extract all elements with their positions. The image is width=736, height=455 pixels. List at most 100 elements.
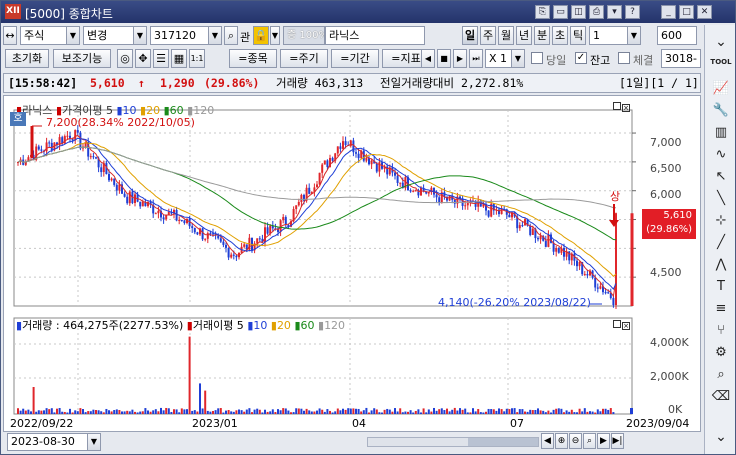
code-input[interactable]: 317120 ▼ xyxy=(150,26,222,45)
print-icon[interactable]: ⎙ xyxy=(589,5,604,19)
copy-icon[interactable]: ◫ xyxy=(571,5,586,19)
volume-bar xyxy=(43,410,45,414)
volume-bar xyxy=(477,409,480,414)
lock-icon[interactable]: 🔒 xyxy=(253,26,269,45)
settings-icon[interactable]: ◎ xyxy=(117,49,133,68)
scrollbar-thumb[interactable] xyxy=(468,438,538,446)
volume-bar xyxy=(300,408,303,414)
count-input[interactable]: 600 xyxy=(657,26,697,45)
candle xyxy=(529,225,532,235)
period-day-button[interactable]: 일 xyxy=(462,26,478,45)
prev-icon[interactable]: ◀ xyxy=(421,49,435,68)
wrench-icon[interactable]: 🔧 xyxy=(710,102,732,120)
stop-icon[interactable]: ■ xyxy=(437,49,451,68)
candle xyxy=(599,286,602,289)
chevron-down-icon[interactable]: ▼ xyxy=(208,27,221,44)
crosshair-icon[interactable]: ⊹ xyxy=(710,212,732,230)
close-icon[interactable]: ✕ xyxy=(697,5,712,19)
panel-restore-icon[interactable] xyxy=(613,320,621,328)
candle xyxy=(204,238,207,240)
grid-icon[interactable]: ▦ xyxy=(171,49,187,68)
magnify-icon[interactable]: ⌕ xyxy=(583,433,596,449)
volume-bar xyxy=(518,409,521,414)
period-year-button[interactable]: 년 xyxy=(516,26,532,45)
today-checkbox[interactable] xyxy=(531,52,543,64)
hoga-button[interactable]: 호 xyxy=(10,112,26,126)
period-minute-button[interactable]: 분 xyxy=(534,26,550,45)
interval-input[interactable]: 1 ▼ xyxy=(589,26,641,45)
chevron-down-icon[interactable]: ▼ xyxy=(66,27,79,44)
indicator-button[interactable]: 보조기능 xyxy=(53,49,111,68)
zoom-out-icon[interactable]: ⊖ xyxy=(569,433,582,449)
volume-bar xyxy=(435,410,438,414)
volume-bar xyxy=(204,390,207,414)
candle xyxy=(37,146,40,150)
delete-icon[interactable]: ⌫ xyxy=(710,388,732,406)
cursor-icon[interactable]: ↖ xyxy=(710,168,732,186)
candle xyxy=(141,201,144,207)
period-month-button[interactable]: 월 xyxy=(498,26,514,45)
line-icon[interactable]: ╲ xyxy=(710,190,732,208)
period-second-button[interactable]: 초 xyxy=(552,26,568,45)
chart-icon[interactable]: ▥ xyxy=(710,124,732,142)
add-period-button[interactable]: =주기 xyxy=(280,49,328,68)
wave-icon[interactable]: ∿ xyxy=(710,146,732,164)
multiplier-select[interactable]: X 1 ▼ xyxy=(485,49,525,68)
link-icon[interactable]: ⎘ xyxy=(535,5,550,19)
panel-restore-icon[interactable] xyxy=(613,102,621,110)
one-to-one-icon[interactable]: 1:1 xyxy=(189,49,205,68)
related-label[interactable]: 관 xyxy=(240,29,250,45)
change-select[interactable]: 변경 ▼ xyxy=(83,26,147,45)
scroll-down-icon[interactable]: ⌄ xyxy=(710,428,732,446)
chevron-down-icon[interactable]: ▼ xyxy=(87,434,100,450)
chevron-down-icon[interactable]: ▼ xyxy=(511,50,524,67)
maximize-icon[interactable]: □ xyxy=(679,5,694,19)
candle xyxy=(537,238,539,240)
date-field[interactable]: 3018- xyxy=(661,49,701,68)
menu-icon[interactable]: ▾ xyxy=(607,5,622,19)
text-icon[interactable]: T xyxy=(710,278,732,296)
tree-icon[interactable]: ⑂ xyxy=(710,322,732,340)
add-range-button[interactable]: =기간 xyxy=(331,49,379,68)
zoom-in-icon[interactable]: ⊕ xyxy=(555,433,568,449)
help-icon[interactable]: ? xyxy=(625,5,640,19)
period-week-button[interactable]: 주 xyxy=(480,26,496,45)
volume-bar xyxy=(378,412,381,414)
magnify-icon[interactable]: ⌕ xyxy=(710,366,732,384)
add-item-button[interactable]: =종목 xyxy=(229,49,277,68)
layout-icon[interactable]: ▭ xyxy=(553,5,568,19)
gear-icon[interactable]: ⚙ xyxy=(710,344,732,362)
chevron-down-icon[interactable]: ▼ xyxy=(270,26,280,45)
chart-area[interactable]: ▮라닉스 ▮가격이평 5 ▮10 ▮20 ▮60 ▮120 × 호 7,200(… xyxy=(3,95,701,432)
date-select[interactable]: 2023-08-30 ▼ xyxy=(7,433,101,451)
period-tick-button[interactable]: 틱 xyxy=(570,26,586,45)
candle xyxy=(219,238,222,242)
init-button[interactable]: 초기화 xyxy=(5,49,49,68)
move-icon[interactable]: ✥ xyxy=(135,49,151,68)
panel-close-icon[interactable]: × xyxy=(622,104,630,112)
skip-icon[interactable]: ⏭ xyxy=(469,49,483,68)
next-icon[interactable]: ▶ xyxy=(597,433,610,449)
panel-close-icon[interactable]: × xyxy=(622,322,630,330)
fib-icon[interactable]: ≡ xyxy=(710,300,732,318)
candle xyxy=(464,205,467,207)
prev-icon[interactable]: ◀ xyxy=(541,433,554,449)
balance-checkbox[interactable]: ✓ xyxy=(575,52,587,64)
type-select[interactable]: 주식 ▼ xyxy=(20,26,80,45)
zigzag-icon[interactable]: ⋀ xyxy=(710,256,732,274)
volume-bar xyxy=(383,409,386,414)
chart-type-icon[interactable]: 📈 xyxy=(710,80,732,98)
prev-volume-ratio: 전일거래량대비 2,272.81% xyxy=(380,76,524,90)
trade-checkbox[interactable] xyxy=(618,52,630,64)
chevron-down-icon[interactable]: ⌄ xyxy=(710,33,732,51)
end-icon[interactable]: ▶| xyxy=(611,433,624,449)
scrollbar[interactable] xyxy=(367,437,539,447)
minimize-icon[interactable]: _ xyxy=(661,5,676,19)
chevron-down-icon[interactable]: ▼ xyxy=(133,27,146,44)
next-icon[interactable]: ▶ xyxy=(453,49,467,68)
diag-icon[interactable]: ╱ xyxy=(710,234,732,252)
arrow-left-right-icon[interactable]: ↔ xyxy=(3,26,17,45)
search-icon[interactable]: ⌕ xyxy=(224,26,238,45)
list-icon[interactable]: ☰ xyxy=(153,49,169,68)
chevron-down-icon[interactable]: ▼ xyxy=(627,27,640,44)
